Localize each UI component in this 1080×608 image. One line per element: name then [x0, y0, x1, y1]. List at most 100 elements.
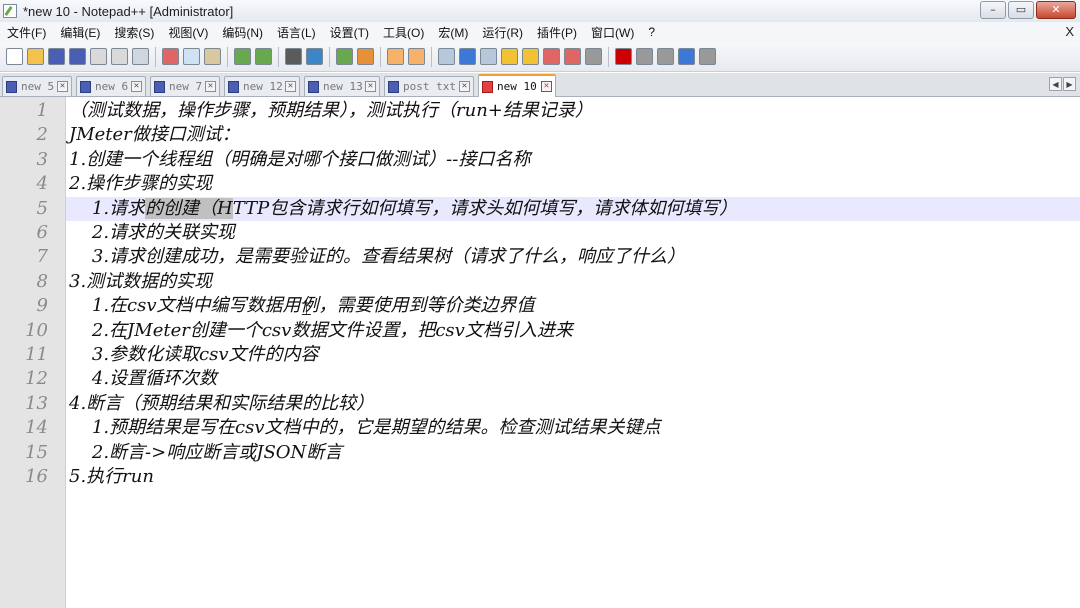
tab-label: new 10 — [497, 80, 537, 93]
word-wrap-icon[interactable] — [438, 48, 455, 65]
print-icon[interactable] — [132, 48, 149, 65]
editor-line[interactable]: 1.在csv文档中编写数据用例，需要使用到等价类边界值 — [66, 294, 1080, 318]
minimize-button[interactable]: – — [980, 1, 1006, 19]
play-macro-icon[interactable] — [657, 48, 674, 65]
menu-item[interactable]: 语言(L) — [270, 24, 323, 41]
line-number: 15 — [25, 441, 48, 463]
save-all-icon[interactable] — [69, 48, 86, 65]
text-editor[interactable]: （测试数据，操作步骤，预期结果），测试执行（run+结果记录） JMeter做接口… — [66, 97, 1080, 608]
toolbar — [0, 42, 1080, 72]
replace-icon[interactable] — [306, 48, 323, 65]
cut-icon[interactable] — [162, 48, 179, 65]
indent-guide-icon[interactable] — [480, 48, 497, 65]
tab-new-6[interactable]: new 6 ✕ — [76, 76, 146, 96]
maximize-button[interactable]: ▭ — [1008, 1, 1034, 19]
line-text: 4.设置循环次数 — [69, 368, 218, 390]
paste-icon[interactable] — [204, 48, 221, 65]
line-number: 11 — [25, 344, 48, 365]
tab-label: post txt — [403, 80, 456, 93]
tab-close-icon[interactable]: ✕ — [459, 81, 470, 92]
menu-item[interactable]: 文件(F) — [0, 24, 53, 41]
tab-post-txt[interactable]: post txt ✕ — [384, 76, 474, 96]
function-list-icon[interactable] — [522, 48, 539, 65]
editor-line[interactable]: 2.操作步骤的实现 — [66, 172, 1080, 196]
tab-close-icon[interactable]: ✕ — [205, 81, 216, 92]
save-macro-icon[interactable] — [699, 48, 716, 65]
editor-line[interactable]: 3.测试数据的实现 — [66, 270, 1080, 294]
line-number: 13 — [25, 392, 48, 414]
menu-item[interactable]: 设置(T) — [323, 24, 376, 41]
redo-icon[interactable] — [255, 48, 272, 65]
tab-close-icon[interactable]: ✕ — [285, 81, 296, 92]
line-number: 3 — [36, 148, 48, 170]
close-all-icon[interactable] — [111, 48, 128, 65]
toolbar-separator — [227, 46, 228, 67]
unsaved-file-icon — [482, 80, 493, 93]
editor-line[interactable]: 1.请求的创建（HTTP包含请求行如何填写，请求头如何填写，请求体如何填写） — [66, 196, 1080, 221]
find-icon[interactable] — [285, 48, 302, 65]
editor-line[interactable]: 4.断言（预期结果和实际结果的比较） — [66, 392, 1080, 416]
tab-close-icon[interactable]: ✕ — [131, 81, 142, 92]
monitoring-icon[interactable] — [564, 48, 581, 65]
folder-workspace-icon[interactable] — [543, 48, 560, 65]
menu-item[interactable]: 视图(V) — [161, 24, 215, 41]
tab-close-icon[interactable]: ✕ — [365, 81, 376, 92]
tab-prev-button[interactable]: ◀ — [1049, 77, 1062, 91]
tab-new-10[interactable]: new 10 ✕ — [478, 74, 556, 97]
line-text: 1.预期结果是写在csv文档中的，它是期望的结果。检查测试结果关键点 — [69, 417, 661, 439]
tab-close-icon[interactable]: ✕ — [57, 81, 68, 92]
editor-line[interactable]: 4.设置循环次数 — [66, 367, 1080, 391]
tab-close-icon[interactable]: ✕ — [541, 81, 552, 92]
saved-file-icon — [388, 80, 399, 93]
menu-item[interactable]: 运行(R) — [475, 24, 530, 41]
save-icon[interactable] — [48, 48, 65, 65]
menu-item[interactable]: ? — [641, 25, 662, 39]
editor-line[interactable]: 1.预期结果是写在csv文档中的，它是期望的结果。检查测试结果关键点 — [66, 416, 1080, 440]
menu-item[interactable]: 编辑(E) — [53, 24, 107, 41]
line-text: JMeter做接口测试： — [69, 124, 240, 146]
menu-item[interactable]: 插件(P) — [530, 24, 584, 41]
editor-line[interactable]: 3.请求创建成功，是需要验证的。查看结果树（请求了什么，响应了什么） — [66, 245, 1080, 269]
sync-vertical-icon[interactable] — [387, 48, 404, 65]
menu-item[interactable]: 窗口(W) — [584, 24, 641, 41]
close-window-button[interactable]: ✕ — [1036, 1, 1076, 19]
record-macro-icon[interactable] — [615, 48, 632, 65]
sync-horizontal-icon[interactable] — [408, 48, 425, 65]
editor-line[interactable]: 2.断言->响应断言或JSON断言 — [66, 441, 1080, 465]
editor-line[interactable]: 1.创建一个线程组（明确是对哪个接口做测试）--接口名称 — [66, 148, 1080, 172]
saved-file-icon — [80, 80, 91, 93]
stop-macro-icon[interactable] — [636, 48, 653, 65]
tab-new-5[interactable]: new 5 ✕ — [2, 76, 72, 96]
copy-icon[interactable] — [183, 48, 200, 65]
zoom-in-icon[interactable] — [336, 48, 353, 65]
menu-item[interactable]: 宏(M) — [431, 24, 475, 41]
doc-map-icon[interactable] — [501, 48, 518, 65]
close-icon[interactable] — [90, 48, 107, 65]
tab-new-12[interactable]: new 12 ✕ — [224, 76, 300, 96]
tab-next-button[interactable]: ▶ — [1063, 77, 1076, 91]
editor-line[interactable]: （测试数据，操作步骤，预期结果），测试执行（run+结果记录） — [66, 99, 1080, 123]
editor-line[interactable]: 2.请求的关联实现 — [66, 221, 1080, 245]
editor-area: 1 2 3 4 5 6 7 8 9 10 11 12 13 14 15 16 （测试数据，操作步骤，预期结果）… — [0, 97, 1080, 608]
show-all-chars-icon[interactable] — [459, 48, 476, 65]
menu-item[interactable]: 工具(O) — [376, 24, 431, 41]
zoom-out-icon[interactable] — [357, 48, 374, 65]
editor-line[interactable]: 3.参数化读取csv文件的内容 — [66, 343, 1080, 367]
editor-line[interactable]: 2.在JMeter创建一个csv数据文件设置，把csv文档引入进来 — [66, 319, 1080, 343]
open-file-icon[interactable] — [27, 48, 44, 65]
menu-item[interactable]: 搜索(S) — [107, 24, 161, 41]
line-text: 4.断言（预期结果和实际结果的比较） — [69, 392, 375, 414]
tab-new-7[interactable]: new 7 ✕ — [150, 76, 220, 96]
tab-new-13[interactable]: new 13 ✕ — [304, 76, 380, 96]
undo-icon[interactable] — [234, 48, 251, 65]
menu-item[interactable]: 编码(N) — [215, 24, 270, 41]
editor-line[interactable]: JMeter做接口测试： — [66, 123, 1080, 147]
line-text: 2.操作步骤的实现 — [69, 173, 213, 195]
close-document-button[interactable]: X — [1065, 24, 1074, 39]
tab-label: new 7 — [169, 80, 203, 93]
run-macro-multiple-icon[interactable] — [678, 48, 695, 65]
notepad-plus-plus-icon — [3, 4, 17, 18]
bubble-icon[interactable] — [585, 48, 602, 65]
editor-line[interactable]: 5.执行run — [66, 465, 1080, 489]
new-file-icon[interactable] — [6, 48, 23, 65]
